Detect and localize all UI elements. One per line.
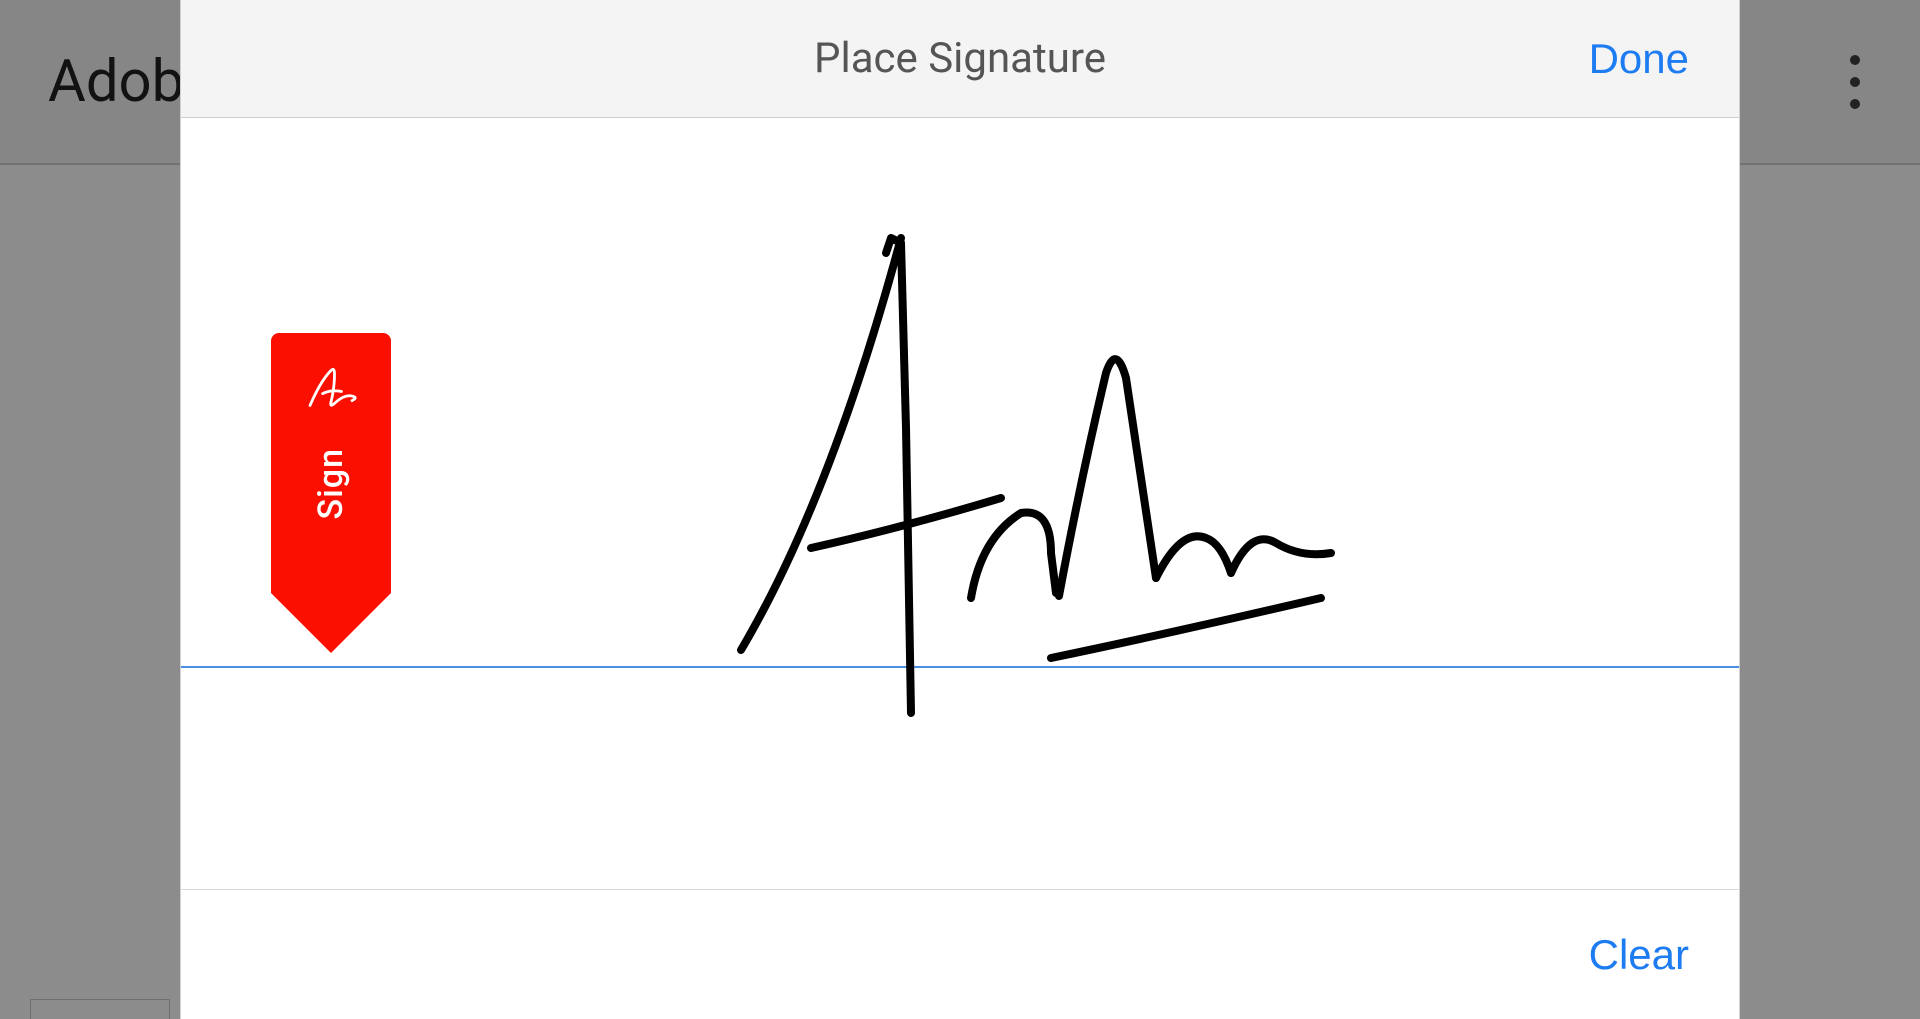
overflow-menu-button[interactable] [1850,55,1860,109]
dialog-title: Place Signature [814,34,1106,83]
place-signature-dialog: Place Signature Done Sign [180,0,1740,1019]
more-vertical-icon [1850,99,1860,109]
adobe-acrobat-icon [296,353,366,423]
marker-arrow-icon [271,593,391,653]
clear-button[interactable]: Clear [1589,931,1689,979]
more-vertical-icon [1850,55,1860,65]
done-button[interactable]: Done [1589,35,1689,83]
signature-canvas[interactable]: Sign [181,118,1739,889]
more-vertical-icon [1850,77,1860,87]
dialog-header: Place Signature Done [181,0,1739,118]
adobe-sign-marker-body: Sign [271,333,391,593]
marker-label: Sign [311,448,351,519]
signature-ink [581,178,1361,758]
adobe-sign-marker: Sign [271,333,391,653]
dialog-footer: Clear [181,889,1739,1019]
